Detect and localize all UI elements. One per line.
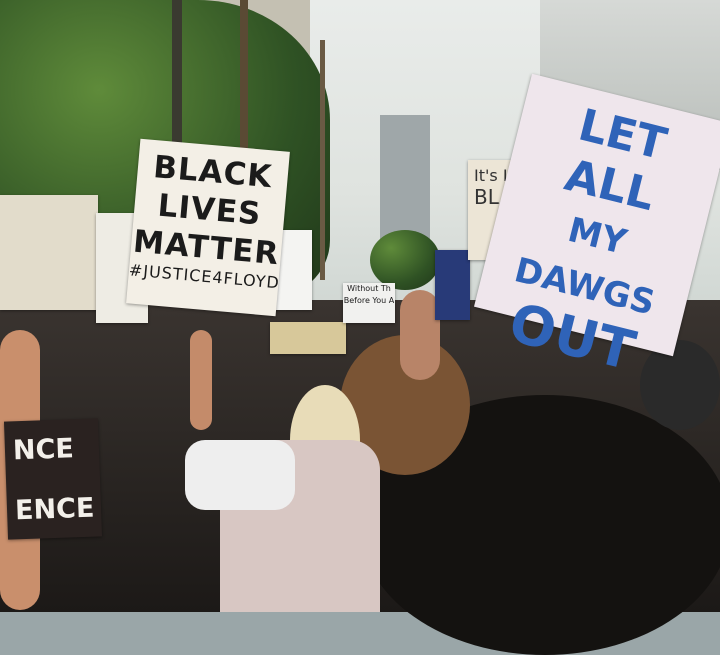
person-shirt: [185, 440, 295, 510]
raised-arm: [400, 290, 440, 380]
raised-arm: [190, 330, 212, 430]
sign-black-lives-matter: BLACK LIVES MATTER #JUSTICE4FLOYD: [126, 138, 290, 317]
palm-trunk: [320, 40, 325, 280]
sign-without-this: [0, 195, 98, 310]
trees-center: [370, 230, 440, 290]
sign-blue: [435, 250, 470, 320]
sign-text: Without Th: [347, 284, 391, 293]
sign-bottom-left: NCE ENCE: [3, 418, 103, 540]
sign-small: Without Th Before You A: [343, 283, 395, 323]
sign-cardboard: [270, 322, 346, 354]
sign-text: NCE: [12, 433, 75, 467]
sign-text: ENCE: [14, 492, 95, 527]
lamp-post: [172, 0, 182, 150]
palm-trunk: [240, 0, 248, 170]
sign-text: Before You A: [343, 296, 395, 305]
building-center: [380, 115, 430, 245]
